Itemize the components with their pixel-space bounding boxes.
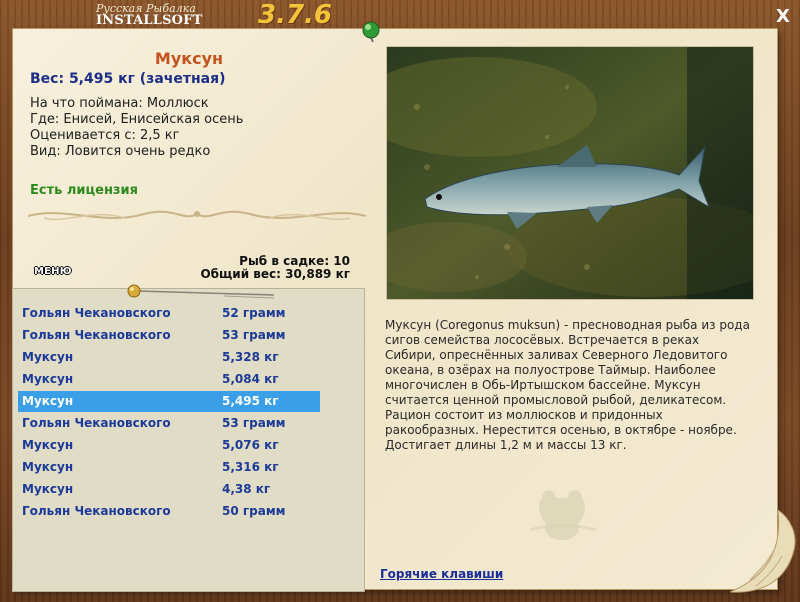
catch-row-weight: 5,084 кг [222,372,279,386]
catch-list-row[interactable]: Муксун 5,495 кг [18,391,320,412]
catch-location: Где: Енисей, Енисейская осень [30,112,244,127]
catch-list-row[interactable]: Гольян Чекановского 50 грамм [18,501,320,522]
catch-row-name: Муксун [22,394,74,408]
catch-valuation: Оценивается с: 2,5 кг [30,128,180,143]
catch-row-name: Гольян Чекановского [22,306,171,320]
title-version: 3.7.6 [258,0,333,30]
catch-row-name: Муксун [22,460,74,474]
catch-list-row[interactable]: Гольян Чекановского 53 грамм [18,413,320,434]
catch-row-weight: 5,316 кг [222,460,279,474]
catch-row-weight: 53 грамм [222,416,286,430]
menu-button[interactable]: МЕНЮ [32,266,74,280]
catch-row-name: Гольян Чекановского [22,328,171,342]
fish-weight: Вес: 5,495 кг (зачетная) [30,71,226,87]
catch-row-name: Муксун [22,372,74,386]
catch-row-weight: 52 грамм [222,306,286,320]
catch-row-weight: 53 грамм [222,328,286,342]
catch-row-weight: 5,495 кг [222,394,279,408]
page-curl-icon[interactable] [690,470,800,602]
catch-row-weight: 5,328 кг [222,350,279,364]
green-pin-icon [362,21,380,42]
catch-row-weight: 5,076 кг [222,438,279,452]
cage-total-weight: Общий вес: 30,889 кг [200,267,350,281]
catch-row-weight: 50 грамм [222,504,286,518]
catch-rarity: Вид: Ловится очень редко [30,144,211,159]
fish-photo [386,46,754,300]
catch-row-name: Гольян Чекановского [22,416,171,430]
catch-list-row[interactable]: Муксун 5,316 кг [18,457,320,478]
hotkeys-link[interactable]: Горячие клавиши [380,567,503,581]
catch-row-name: Муксун [22,438,74,452]
pin-icon [127,284,275,299]
catch-list-row[interactable]: Муксун 5,084 кг [18,369,320,390]
fish-description: Муксун (Coregonus muksun) - пресноводная… [385,318,750,452]
ornament-divider-icon [27,210,367,221]
catch-list-row[interactable]: Муксун 5,328 кг [18,347,320,368]
catch-list-row[interactable]: Гольян Чекановского 53 грамм [18,325,320,346]
catch-row-weight: 4,38 кг [222,482,271,496]
catch-bait: На что поймана: Моллюск [30,96,209,111]
close-button[interactable]: X [772,6,794,28]
catch-list-row[interactable]: Муксун 5,076 кг [18,435,320,456]
catch-row-name: Муксун [22,350,74,364]
catch-row-name: Муксун [22,482,74,496]
catch-row-name: Гольян Чекановского [22,504,171,518]
watermark-logo-icon [529,490,597,540]
cage-fish-count: Рыб в садке: 10 [239,254,350,268]
catch-list-row[interactable]: Гольян Чекановского 52 грамм [18,303,320,324]
catch-list-row[interactable]: Муксун 4,38 кг [18,479,320,500]
fish-name: Муксун [154,49,224,68]
license-status: Есть лицензия [30,183,138,198]
